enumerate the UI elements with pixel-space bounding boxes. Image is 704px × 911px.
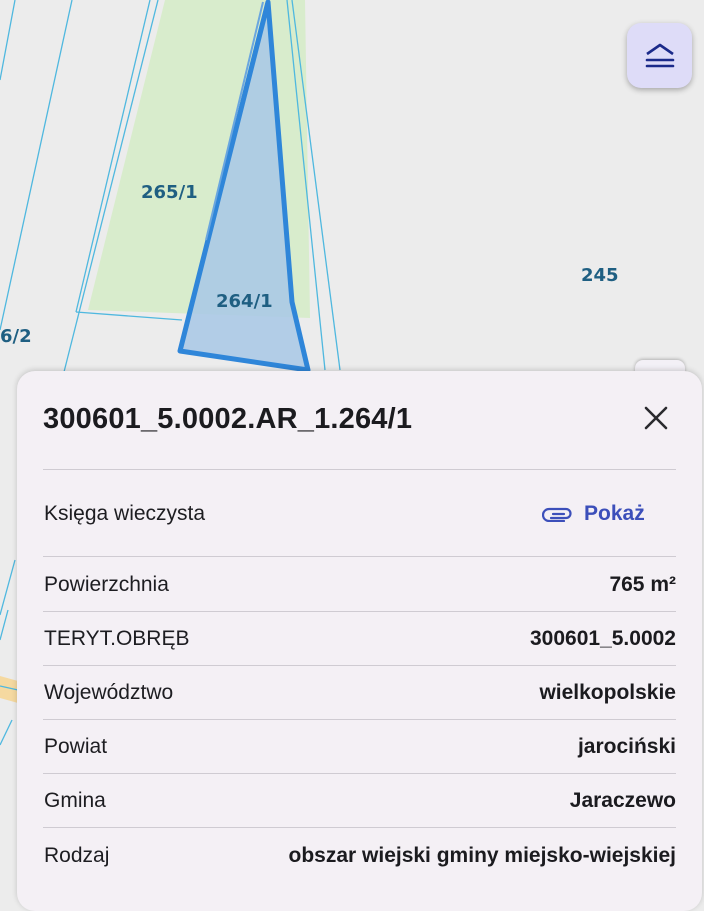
type-label: Rodzaj: [44, 844, 110, 867]
layers-button[interactable]: [627, 23, 692, 88]
parcel-label-245: 245: [581, 265, 619, 286]
panel-title: 300601_5.0002.AR_1.264/1: [43, 403, 413, 435]
county-value: jarociński: [577, 735, 676, 758]
area-label: Powierzchnia: [44, 573, 169, 596]
voivodeship-value: wielkopolskie: [539, 681, 676, 704]
parcel-label-264-1: 264/1: [216, 291, 273, 312]
show-link-label: Pokaż: [584, 502, 645, 525]
parcel-label-265-1: 265/1: [141, 182, 198, 203]
divider: [43, 469, 676, 470]
teryt-label: TERYT.OBRĘB: [44, 627, 190, 650]
area-value: 765 m²: [609, 573, 676, 596]
divider: [43, 719, 676, 720]
paperclip-icon: [542, 507, 572, 522]
close-button[interactable]: [639, 401, 673, 435]
municipality-value: Jaraczewo: [569, 789, 676, 812]
divider: [43, 827, 676, 828]
parcel-label-6-2: 6/2: [0, 326, 32, 347]
divider: [43, 556, 676, 557]
layers-icon: [645, 43, 674, 67]
municipality-label: Gmina: [44, 789, 106, 812]
type-value: obszar wiejski gminy miejsko-wiejskiej: [288, 844, 677, 867]
parcel-details-panel: 300601_5.0002.AR_1.264/1 Księga wieczyst…: [17, 371, 702, 911]
divider: [43, 773, 676, 774]
close-icon: [644, 406, 668, 430]
land-register-label: Księga wieczysta: [44, 502, 206, 525]
voivodeship-label: Województwo: [44, 681, 174, 704]
divider: [43, 665, 676, 666]
teryt-value: 300601_5.0002: [530, 627, 676, 650]
divider: [43, 611, 676, 612]
show-land-register-link[interactable]: Pokaż: [542, 497, 645, 531]
county-label: Powiat: [44, 735, 108, 758]
